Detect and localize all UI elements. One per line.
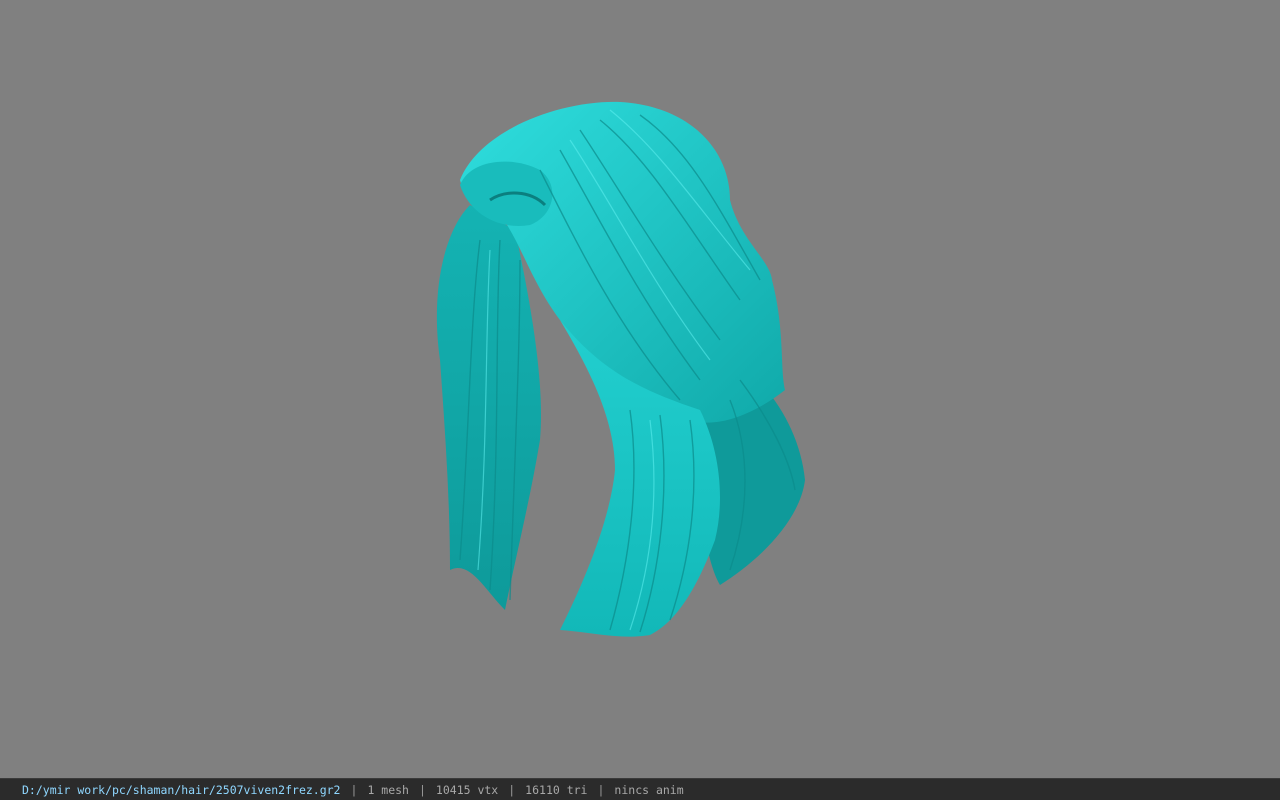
status-separator: | (350, 782, 358, 797)
hair-model (436, 101, 805, 637)
status-anim: nincs anim (614, 782, 684, 797)
status-bar: D:/ymir work/pc/shaman/hair/2507viven2fr… (0, 778, 1280, 800)
status-vertex-count: 10415 vtx (435, 782, 499, 797)
3d-viewport[interactable] (0, 0, 1280, 778)
status-mesh-count: 1 mesh (367, 782, 409, 797)
status-separator: | (418, 782, 426, 797)
status-separator: | (597, 782, 605, 797)
status-separator: | (508, 782, 516, 797)
status-file-path: D:/ymir work/pc/shaman/hair/2507viven2fr… (22, 782, 341, 797)
status-triangle-count: 16110 tri (525, 782, 588, 797)
